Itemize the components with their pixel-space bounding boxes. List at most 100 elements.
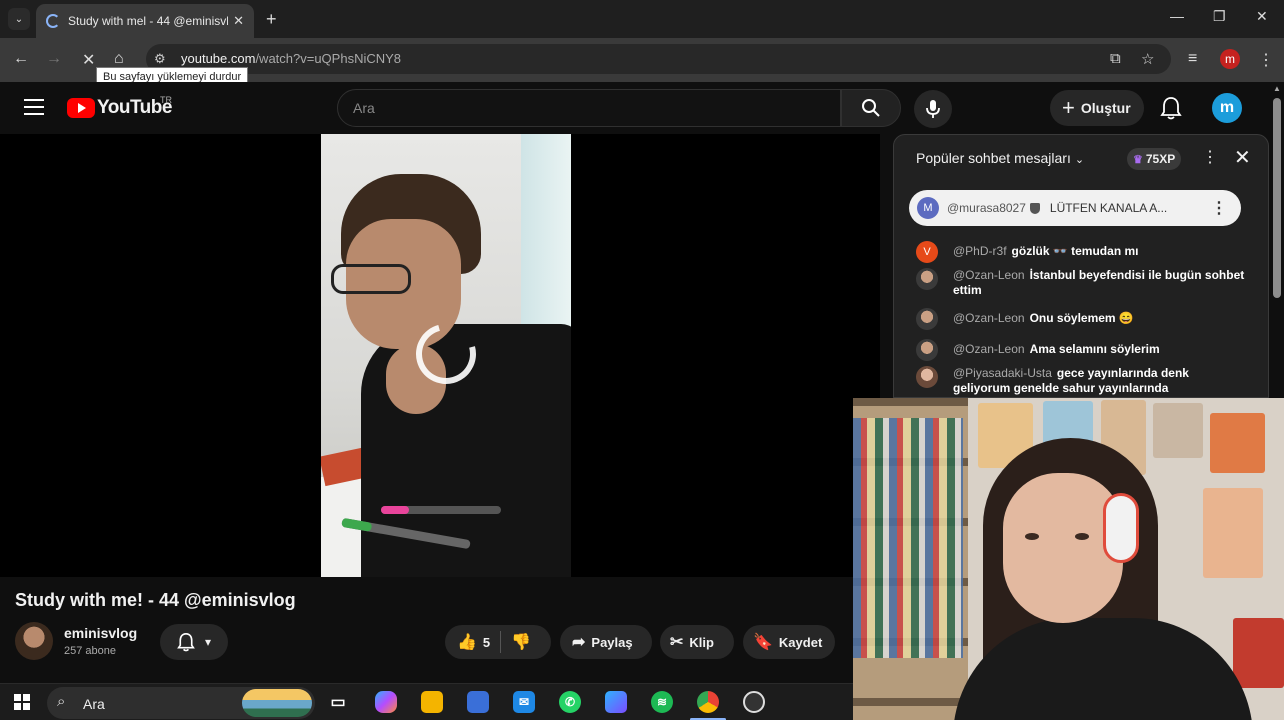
forward-arrow-icon[interactable]: → [46,50,62,68]
share-button[interactable]: ➦ Paylaş [560,625,652,659]
url-domain: youtube.com [181,51,256,66]
windows-taskbar: ⌕ Ara ▭ ✉ ✆ ≋ [0,683,853,720]
clip-button[interactable]: ✂ Klip [660,625,734,659]
loading-spinner-icon [46,14,60,28]
copilot-icon[interactable] [375,691,397,713]
create-button[interactable]: + Oluştur [1050,90,1144,126]
channel-name[interactable]: eminisvlog [64,625,137,641]
url-path: /watch?v=uQPhsNiCNY8 [255,51,402,66]
browser-tab-bar: ⌄ Study with mel - 44 @eminisvlo ✕ + — ❐… [0,0,1284,38]
tab-search-button[interactable]: ⌄ [8,8,30,30]
mail-icon[interactable]: ✉ [513,691,535,713]
browser-profile-avatar[interactable]: m [1220,49,1240,69]
xp-value: 75XP [1145,152,1176,166]
crown-icon: ♛ [1133,153,1143,166]
chat-message[interactable]: @Piyasadaki-Usta gece yayınlarında denk g… [916,366,1246,396]
chat-user[interactable]: @Ozan-Leon [953,342,1025,356]
task-view-icon[interactable]: ▭ [327,691,349,713]
search-icon [862,99,880,117]
url-text[interactable]: youtube.com/watch?v=uQPhsNiCNY8 [181,51,401,66]
chat-message[interactable]: V @PhD-r3f gözlük 👓 temudan mı [916,241,1246,263]
back-arrow-icon[interactable]: ← [13,50,29,68]
minimize-button[interactable]: — [1170,8,1184,24]
subscription-notification-button[interactable]: ▾ [160,624,228,660]
chat-avatar [916,339,938,361]
share-label: Paylaş [591,634,633,650]
windows-start-icon[interactable] [14,694,30,710]
search-highlight-image [242,689,312,717]
clock-app-icon[interactable] [743,691,765,713]
chrome-icon[interactable] [697,691,719,713]
search-button[interactable] [841,89,901,127]
chat-message[interactable]: @Ozan-Leon Onu söylemem 😄 [916,308,1246,330]
subscriber-count: 257 abone [64,645,116,657]
search-input[interactable]: Ara [337,89,841,127]
youtube-play-icon [67,98,95,118]
chat-close-icon[interactable]: ✕ [1234,145,1251,170]
browser-menu-icon[interactable]: ⋮ [1258,50,1274,70]
install-app-icon[interactable]: ⧉ [1110,50,1121,67]
bookmark-star-icon[interactable]: ☆ [1141,50,1154,68]
menu-icon[interactable] [24,99,44,120]
whatsapp-icon[interactable]: ✆ [559,691,581,713]
chat-message[interactable]: @Ozan-Leon Ama selamını söylerim [916,339,1246,361]
chat-message[interactable]: @Ozan-Leon İstanbul beyefendisi ile bugün… [916,268,1246,298]
thumbs-down-icon[interactable]: 👎 [511,632,531,652]
scrollbar-thumb[interactable] [1273,98,1281,298]
chat-header: Popüler sohbet mesajları ⌄ ♛ 75XP ⋮ ✕ [894,135,1268,181]
bookmark-icon: 🔖 [753,634,773,651]
site-settings-icon[interactable]: ⚙ [154,51,170,67]
like-count[interactable]: 5 [483,635,490,650]
search-icon: ⌕ [57,693,66,710]
chat-text: Ama selamını söylerim [1029,342,1160,356]
chat-user[interactable]: @Ozan-Leon [953,311,1025,325]
chevron-down-icon: ▾ [204,635,212,649]
reading-list-icon[interactable]: ≡ [1188,50,1197,68]
account-avatar[interactable]: m [1212,93,1242,123]
moderator-shield-icon [1029,202,1040,214]
chevron-down-icon: ⌄ [1074,154,1085,166]
spotify-icon[interactable]: ≋ [651,691,673,713]
chat-avatar [916,366,938,388]
taskbar-search[interactable]: ⌕ Ara [47,687,315,719]
file-explorer-icon[interactable] [421,691,443,713]
chat-text: Onu söylemem 😄 [1029,311,1134,325]
pinned-text: LÜTFEN KANALA A... [1049,201,1168,215]
thumbs-up-icon[interactable]: 👍 [457,632,477,652]
scroll-up-icon[interactable]: ▲ [1273,84,1281,93]
chat-user[interactable]: @PhD-r3f [953,244,1007,258]
voice-search-button[interactable] [914,90,952,128]
live-chat-panel: Popüler sohbet mesajları ⌄ ♛ 75XP ⋮ ✕ M @… [893,134,1269,398]
xp-badge[interactable]: ♛ 75XP [1127,148,1182,170]
youtube-header: YouTube TR Ara + Oluştur m [0,82,1270,134]
tab-close-icon[interactable]: ✕ [233,13,244,29]
notifications-bell-icon[interactable] [1160,96,1182,120]
video-frame [321,134,571,577]
home-icon[interactable]: ⌂ [114,50,124,68]
chat-more-icon[interactable]: ⋮ [1202,147,1218,167]
stop-loading-icon[interactable]: ✕ [82,50,95,70]
chat-user[interactable]: @Ozan-Leon [953,268,1025,282]
window-close-button[interactable]: ✕ [1256,8,1268,25]
microphone-icon [926,100,940,118]
address-bar[interactable]: ⚙ youtube.com/watch?v=uQPhsNiCNY8 ⧉ ☆ [146,44,1171,74]
clip-label: Klip [689,634,714,650]
share-arrow-icon: ➦ [572,634,586,651]
create-label: Oluştur [1080,100,1131,116]
pinned-message[interactable]: M @murasa8027 LÜTFEN KANALA A... ⋮ [909,190,1241,226]
new-tab-button[interactable]: + [266,9,277,30]
screen: ⌄ Study with mel - 44 @eminisvlo ✕ + — ❐… [0,0,1284,720]
maximize-button[interactable]: ❐ [1213,8,1226,25]
browser-tab-active[interactable]: Study with mel - 44 @eminisvlo ✕ [36,4,254,38]
chevron-down-icon: ⌄ [14,13,24,25]
video-player[interactable] [0,134,880,577]
youtube-logo[interactable]: YouTube [67,97,172,119]
chat-mode-selector[interactable]: Popüler sohbet mesajları ⌄ [916,150,1084,166]
chat-user[interactable]: @Piyasadaki-Usta [953,366,1052,380]
channel-avatar[interactable] [15,622,53,660]
pinned-more-icon[interactable]: ⋮ [1211,198,1227,218]
save-button[interactable]: 🔖 Kaydet [743,625,835,659]
bell-icon [177,632,195,652]
microsoft-365-icon[interactable] [605,691,627,713]
microsoft-store-icon[interactable] [467,691,489,713]
